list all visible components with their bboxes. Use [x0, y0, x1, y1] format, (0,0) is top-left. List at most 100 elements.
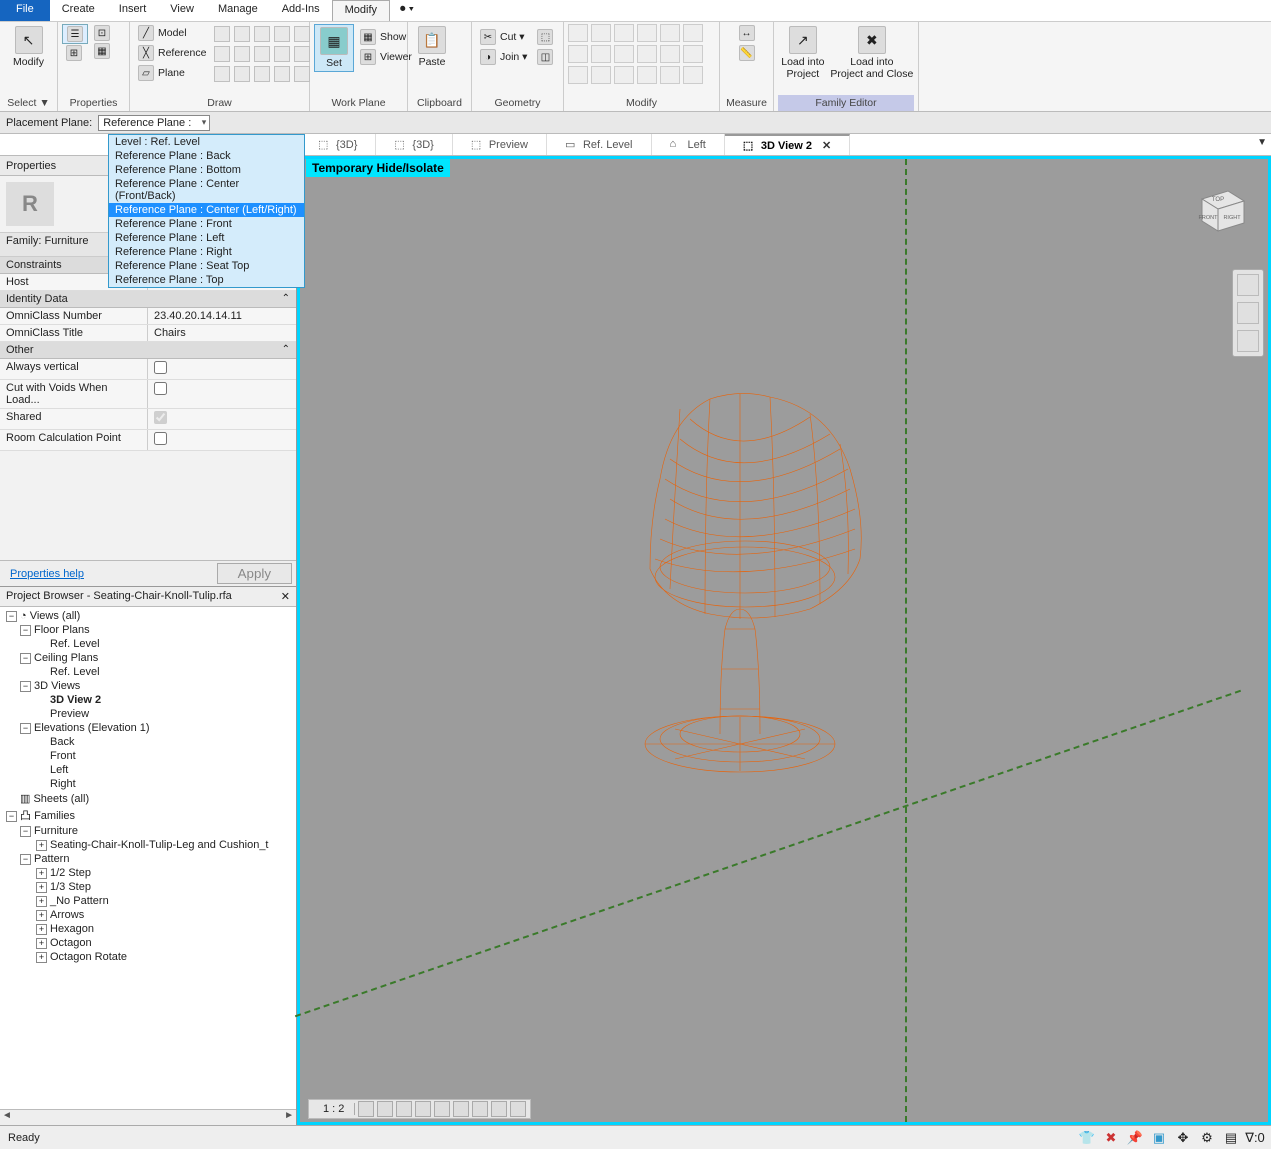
menu-manage[interactable]: Manage — [206, 0, 270, 21]
tree-toggle-icon[interactable]: + — [36, 840, 47, 851]
modify-tool[interactable]: ↖Modify — [7, 24, 50, 70]
prop-omniclass-num[interactable]: OmniClass Number23.40.20.14.14.11 — [0, 308, 296, 325]
visual-style-icon[interactable] — [377, 1101, 393, 1117]
tree-item[interactable]: +Octagon Rotate — [2, 950, 294, 964]
tree-toggle-icon[interactable]: − — [20, 653, 31, 664]
prop-always-vertical[interactable]: Always vertical — [0, 359, 296, 380]
3d-viewport[interactable]: Temporary Hide/Isolate — [297, 156, 1271, 1125]
tree-item[interactable]: Front — [2, 749, 294, 763]
tree-item[interactable]: ▥ Sheets (all) — [2, 791, 294, 806]
always-vertical-check[interactable] — [154, 361, 167, 374]
prop-omniclass-title[interactable]: OmniClass TitleChairs — [0, 325, 296, 342]
dropdown-item[interactable]: Reference Plane : Seat Top — [109, 259, 304, 273]
tree-item[interactable]: −3D Views — [2, 679, 294, 693]
editable-only-icon[interactable]: ▤ — [1223, 1130, 1239, 1146]
tree-toggle-icon[interactable]: − — [6, 611, 17, 622]
tabs-overflow-icon[interactable]: ▼ — [1257, 137, 1267, 148]
tree-item[interactable]: −Pattern — [2, 852, 294, 866]
join-btn[interactable]: ◑Join ▾ — [476, 48, 531, 66]
detail-level-icon[interactable] — [358, 1101, 374, 1117]
tree-item[interactable]: −Ceiling Plans — [2, 651, 294, 665]
menu-view[interactable]: View — [158, 0, 206, 21]
cut-voids-check[interactable] — [154, 382, 167, 395]
tree-toggle-icon[interactable]: − — [20, 681, 31, 692]
menu-addins[interactable]: Add-Ins — [270, 0, 332, 21]
prop-shared[interactable]: Shared — [0, 409, 296, 430]
family-types-btn[interactable]: ⊡ — [90, 24, 114, 42]
shared-check[interactable] — [154, 411, 167, 424]
tree-toggle-icon[interactable]: − — [6, 811, 17, 822]
view-scale[interactable]: 1 : 2 — [313, 1103, 355, 1115]
navigation-bar[interactable] — [1232, 269, 1264, 357]
tree-item[interactable]: +Octagon — [2, 936, 294, 950]
family-category-btn[interactable]: ▦ — [90, 42, 114, 60]
select-pin-icon[interactable]: 📌 — [1127, 1130, 1143, 1146]
placement-plane-combo[interactable]: Reference Plane : — [98, 115, 210, 131]
tree-item[interactable]: −Floor Plans — [2, 623, 294, 637]
reference-plane-btn[interactable]: ▱Plane — [134, 64, 210, 82]
measure-btn[interactable]: 📏 — [735, 44, 759, 62]
temp-hide-icon[interactable] — [491, 1101, 507, 1117]
prop-cut-voids[interactable]: Cut with Voids When Load... — [0, 380, 296, 409]
tree-toggle-icon[interactable]: + — [36, 896, 47, 907]
align-dim-btn[interactable]: ↔ — [735, 24, 759, 42]
tree-item[interactable]: Ref. Level — [2, 665, 294, 679]
room-calc-check[interactable] — [154, 432, 167, 445]
dropdown-item[interactable]: Level : Ref. Level — [109, 135, 304, 149]
crop-region-icon[interactable] — [472, 1101, 488, 1117]
prop-room-calc[interactable]: Room Calculation Point — [0, 430, 296, 451]
tree-item[interactable]: +Arrows — [2, 908, 294, 922]
drag-icon[interactable]: ✥ — [1175, 1130, 1191, 1146]
tree-item[interactable]: +_No Pattern — [2, 894, 294, 908]
tree-item[interactable]: −◔ Views (all) — [2, 609, 294, 623]
draw-shapes-grid[interactable] — [212, 24, 314, 86]
view-tab-ref-level[interactable]: ▭Ref. Level — [547, 134, 652, 155]
dropdown-item[interactable]: Reference Plane : Left — [109, 231, 304, 245]
view-tab-3dview2[interactable]: ⬚3D View 2✕ — [725, 134, 850, 155]
tree-item[interactable]: −Furniture — [2, 824, 294, 838]
crop-icon[interactable] — [453, 1101, 469, 1117]
show-workplane-btn[interactable]: ▦Show — [356, 28, 416, 46]
cut-btn[interactable]: ✂Cut ▾ — [476, 28, 531, 46]
paste-btn[interactable]: 📋Paste — [412, 24, 452, 70]
tree-item[interactable]: +Seating-Chair-Knoll-Tulip-Leg and Cushi… — [2, 838, 294, 852]
select-face-icon[interactable]: ▣ — [1151, 1130, 1167, 1146]
close-icon[interactable]: ✕ — [281, 590, 290, 603]
tree-item[interactable]: +1/2 Step — [2, 866, 294, 880]
viewcube[interactable]: TOP FRONT RIGHT — [1188, 177, 1250, 239]
tree-toggle-icon[interactable]: − — [20, 826, 31, 837]
view-tab-preview[interactable]: ⬚Preview — [453, 134, 547, 155]
tree-toggle-icon[interactable]: − — [20, 625, 31, 636]
tree-item[interactable]: Ref. Level — [2, 637, 294, 651]
close-icon[interactable]: ✕ — [822, 139, 831, 152]
tree-item[interactable]: Preview — [2, 707, 294, 721]
filter-icon[interactable]: ∇:0 — [1247, 1130, 1263, 1146]
file-menu[interactable]: File — [0, 0, 50, 21]
view-tab-3d-1[interactable]: ⬚{3D} — [300, 134, 376, 155]
select-underlay-icon[interactable]: ✖ — [1103, 1130, 1119, 1146]
tree-toggle-icon[interactable]: + — [36, 938, 47, 949]
menu-insert[interactable]: Insert — [107, 0, 159, 21]
cope-btn[interactable]: ⬚ — [533, 28, 557, 46]
dropdown-item[interactable]: Reference Plane : Top — [109, 273, 304, 287]
tree-toggle-icon[interactable]: + — [36, 910, 47, 921]
menu-create[interactable]: Create — [50, 0, 107, 21]
properties-btn[interactable]: ☰ — [62, 24, 88, 44]
background-icon[interactable]: ⚙ — [1199, 1130, 1215, 1146]
model-line-btn[interactable]: ╱Model — [134, 24, 210, 42]
tree-toggle-icon[interactable]: + — [36, 882, 47, 893]
modify-tools-grid[interactable] — [568, 24, 705, 86]
tree-item[interactable]: Left — [2, 763, 294, 777]
record-icon[interactable]: ⏺ ▾ — [390, 0, 424, 21]
tree-toggle-icon[interactable]: + — [36, 868, 47, 879]
tree-toggle-icon[interactable]: + — [36, 924, 47, 935]
reveal-hidden-icon[interactable] — [510, 1101, 526, 1117]
tree-item[interactable]: +1/3 Step — [2, 880, 294, 894]
split-face-btn[interactable]: ◫ — [533, 48, 557, 66]
dropdown-item[interactable]: Reference Plane : Front — [109, 217, 304, 231]
select-label[interactable]: Select ▼ — [4, 95, 53, 111]
rendering-icon[interactable] — [434, 1101, 450, 1117]
properties-help-link[interactable]: Properties help — [4, 564, 90, 584]
section-other[interactable]: Other⌃ — [0, 342, 296, 359]
reference-line-btn[interactable]: ╳Reference — [134, 44, 210, 62]
